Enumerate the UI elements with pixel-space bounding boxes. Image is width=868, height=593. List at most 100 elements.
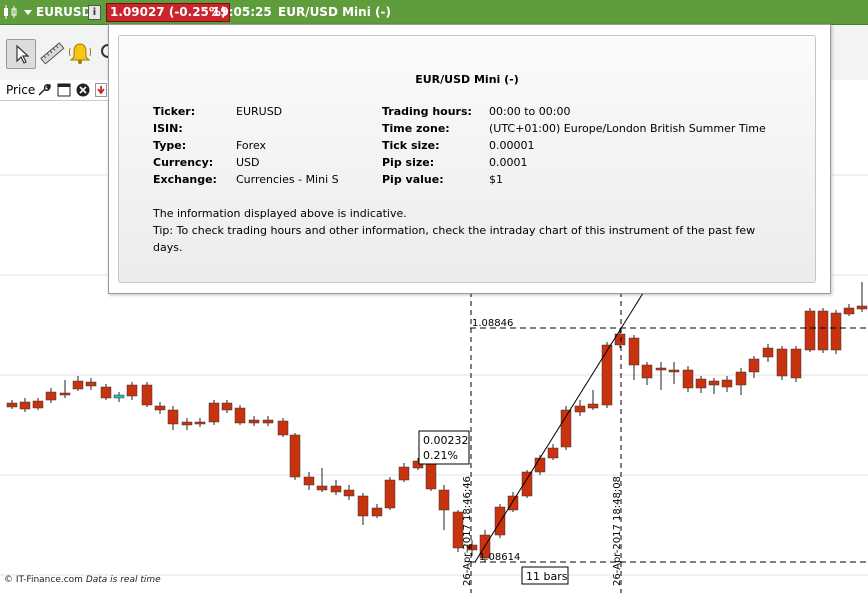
candle-body	[776, 348, 788, 377]
info-icon[interactable]: i	[88, 5, 101, 20]
candle-body	[32, 400, 44, 409]
candle-body	[59, 392, 71, 396]
close-icon[interactable]	[76, 83, 90, 97]
clock-time: 19:05:25	[212, 5, 272, 19]
popup-title: EUR/USD Mini (-)	[415, 73, 519, 86]
footer-realtime-note: Data is real time	[85, 575, 161, 585]
exchange-value: Currencies - Mini S	[236, 173, 339, 186]
candle-body	[208, 402, 220, 423]
candle-body	[371, 507, 383, 517]
candle-body	[695, 378, 707, 389]
candle-body	[790, 348, 802, 379]
window-icon[interactable]	[57, 83, 71, 97]
currency-label: Currency:	[153, 156, 214, 169]
chevron-down-icon[interactable]	[24, 10, 32, 15]
candle-body	[167, 409, 179, 425]
pip-size-value: 0.0001	[489, 156, 528, 169]
candlestick-icon[interactable]	[2, 4, 20, 20]
candle-body	[330, 485, 342, 493]
pip-value-label: Pip value:	[382, 173, 444, 186]
candle-body	[45, 391, 57, 401]
ruler-tool-button[interactable]	[38, 39, 66, 67]
measure-absolute: 0.00232	[423, 434, 469, 447]
pointer-tool-button[interactable]	[6, 39, 36, 69]
candle-body	[682, 369, 694, 389]
candle-body	[601, 344, 613, 406]
candle-body	[6, 402, 18, 408]
pip-size-label: Pip size:	[382, 156, 435, 169]
footer-brand[interactable]: © IT-Finance.com	[4, 575, 83, 585]
candle-body	[316, 485, 328, 491]
candle-body	[655, 367, 667, 371]
type-label: Type:	[153, 139, 187, 152]
candle-body	[234, 407, 246, 424]
disclaimer-text: The information displayed above is indic…	[153, 207, 407, 220]
level-label-low: 1.08614	[479, 552, 520, 563]
time-zone-label: Time zone:	[382, 122, 450, 135]
candle-body	[628, 337, 640, 366]
ticker-value: EURUSD	[236, 105, 283, 118]
instrument-name: EUR/USD Mini (-)	[278, 5, 391, 19]
ruler-icon	[40, 42, 65, 65]
search-tool-button[interactable]	[96, 39, 108, 67]
candle-body	[574, 405, 586, 413]
candle-body	[126, 384, 138, 397]
candle-body	[113, 394, 125, 399]
currency-value: USD	[236, 156, 260, 169]
footer-credit: © IT-Finance.com Data is real time	[4, 575, 161, 585]
price-panel-header: Price	[0, 80, 108, 101]
pip-value-value: $1	[489, 173, 503, 186]
bars-count-label: 11 bars	[526, 570, 568, 583]
price-panel-label: Price	[6, 83, 36, 97]
candle-body	[534, 457, 546, 473]
time-zone-value: (UTC+01:00) Europe/London British Summer…	[489, 122, 766, 135]
candle-body	[494, 506, 506, 536]
top-bar: EURUSD i 1.09027 (-0.25%) 19:05:25 EUR/U…	[0, 0, 868, 25]
candle-body	[289, 434, 301, 478]
candle-body	[817, 310, 829, 351]
tip-text-line1: Tip: To check trading hours and other in…	[153, 224, 756, 237]
candle-body	[100, 386, 112, 399]
trading-hours-value: 00:00 to 00:00	[489, 105, 571, 118]
trading-hours-label: Trading hours:	[382, 105, 472, 118]
candle-body	[804, 310, 816, 351]
candle-body	[141, 384, 153, 406]
candle-body	[398, 466, 410, 481]
wrench-icon[interactable]	[37, 83, 51, 97]
candle-body	[85, 381, 97, 387]
candle-body	[762, 347, 774, 358]
candle-body	[830, 312, 842, 351]
instrument-info-popup: EUR/USD Mini (-) Ticker: EURUSD ISIN: Ty…	[108, 24, 831, 294]
instrument-info-panel: EUR/USD Mini (-) Ticker: EURUSD ISIN: Ty…	[118, 35, 816, 283]
ticker-label[interactable]: EURUSD	[36, 4, 92, 20]
candle-body	[194, 421, 206, 425]
candle-body	[425, 461, 437, 490]
candle-body	[547, 447, 559, 459]
search-icon	[101, 44, 108, 58]
alert-tool-button[interactable]	[66, 39, 94, 67]
candle-body	[587, 403, 599, 409]
candle-body	[262, 419, 274, 424]
candle-body	[735, 371, 747, 386]
candles-group	[6, 282, 868, 562]
candle-body	[384, 479, 396, 509]
candle-body	[357, 495, 369, 517]
type-value: Forex	[236, 139, 267, 152]
candle-body	[248, 419, 260, 424]
candle-body	[843, 307, 855, 315]
candle-body	[72, 380, 84, 390]
date-label-left: 26-Apr-2017 18:46:46	[462, 476, 473, 586]
candle-body	[343, 489, 355, 497]
candle-body	[748, 358, 760, 373]
download-icon[interactable]	[95, 83, 107, 97]
ticker-label: Ticker:	[153, 105, 196, 118]
bell-icon	[69, 43, 91, 64]
candle-body	[19, 401, 31, 410]
candle-body	[438, 489, 450, 511]
tick-size-label: Tick size:	[382, 139, 440, 152]
candle-body	[221, 402, 233, 411]
candle-body	[154, 405, 166, 411]
candle-body	[856, 305, 868, 310]
exchange-label: Exchange:	[153, 173, 217, 186]
candle-body	[277, 420, 289, 436]
